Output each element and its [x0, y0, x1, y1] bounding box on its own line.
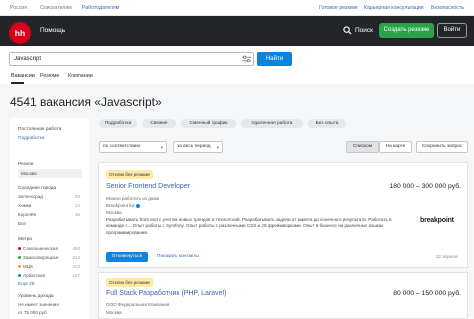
- tab-vacancies[interactable]: Вакансии: [11, 73, 35, 79]
- chevron-down-icon: ▾: [160, 145, 163, 150]
- save-query-button[interactable]: Сохранить запрос: [416, 141, 468, 153]
- metro-line-dot: [18, 247, 21, 251]
- vacancy-salary: 180 000 – 300 000 руб.: [389, 183, 461, 190]
- filter-metro-heading: Метро: [18, 237, 33, 242]
- page-title: 4541 вакансия «Javascript»: [10, 95, 162, 109]
- view-list-button[interactable]: Списком: [346, 141, 379, 153]
- period-select[interactable]: за весь период ▾: [173, 141, 223, 153]
- top-bar: Россия Соискателям Работодателям Готовое…: [0, 0, 474, 16]
- employers-link[interactable]: Работодателям: [82, 5, 119, 11]
- chip-shift-schedule[interactable]: Сменный график: [181, 119, 236, 128]
- chip-fresh[interactable]: Свежие: [142, 119, 176, 128]
- security-link[interactable]: Безопасность: [431, 5, 464, 11]
- tab-companies[interactable]: Компании: [68, 73, 93, 79]
- tab-resumes[interactable]: Резюме: [40, 73, 59, 79]
- metro-line-dot: [18, 265, 21, 269]
- chip-remote[interactable]: Удаленная работа: [241, 119, 303, 128]
- respond-button[interactable]: Откликнуться: [106, 252, 148, 262]
- metro-line-item[interactable]: Замоскворецкая 212: [18, 255, 80, 260]
- vacancy-title-link[interactable]: Full Stack Разработчик (PHP, Laravel): [106, 290, 226, 297]
- income-option[interactable]: от 75 000 руб.: [18, 310, 80, 315]
- company-logo[interactable]: breakpoint: [420, 217, 454, 224]
- ready-resume-link[interactable]: Готовое резюме: [319, 5, 358, 11]
- vacancy-date: 22 апреля: [436, 254, 458, 259]
- nearby-city-item[interactable]: Все: [18, 221, 80, 226]
- create-resume-button[interactable]: Создать резюме: [379, 23, 434, 38]
- chip-no-experience[interactable]: Без опыта: [308, 119, 346, 128]
- vacancy-city: Москва: [106, 310, 122, 315]
- login-button[interactable]: Войти: [437, 23, 467, 38]
- vacancy-note: Можно работать из дома: [106, 196, 160, 201]
- metro-show-more-link[interactable]: Ещё 28: [18, 282, 34, 287]
- vacancy-card: [98, 162, 468, 268]
- metro-line-dot: [18, 256, 21, 260]
- vacancy-title-link[interactable]: Senior Frontend Developer: [106, 183, 190, 190]
- vacancy-description: Разрабатывать front end с учетом новых т…: [106, 217, 392, 235]
- nearby-city-item[interactable]: Химки 14: [18, 203, 80, 208]
- filter-income-heading: Уровень дохода: [18, 294, 54, 299]
- sort-select[interactable]: по соответствию ▾: [99, 141, 167, 153]
- applicants-link[interactable]: Соискателям: [40, 5, 72, 11]
- filters-sidebar: [10, 118, 89, 319]
- region-select[interactable]: Москва: [18, 169, 82, 178]
- active-tab-indicator: [11, 82, 24, 84]
- career-consult-link[interactable]: Карьерная консультация: [364, 5, 424, 11]
- search-icon[interactable]: [343, 26, 352, 35]
- nearby-city-item[interactable]: Королёв 15: [18, 212, 80, 217]
- search-link[interactable]: Поиск: [355, 27, 373, 34]
- find-button[interactable]: Найти: [257, 52, 292, 66]
- filter-sliders-icon[interactable]: [242, 55, 251, 63]
- verified-icon: [136, 203, 141, 208]
- filter-nearby-heading: Соседние города: [18, 186, 57, 191]
- filter-employment-heading: Постоянная работа: [18, 127, 62, 132]
- vacancy-search-input[interactable]: [9, 52, 254, 66]
- nearby-city-item[interactable]: Зеленоград 34: [18, 194, 80, 199]
- region-link[interactable]: Россия: [10, 5, 27, 11]
- company-link[interactable]: ООО Федеральная Компания: [106, 302, 169, 307]
- metro-line-dot: [18, 274, 21, 278]
- no-resume-badge: Отклик без резюме: [106, 278, 153, 287]
- chevron-down-icon: ▾: [216, 145, 219, 150]
- help-link[interactable]: Помощь: [40, 27, 65, 34]
- view-map-button[interactable]: На карте: [379, 141, 412, 153]
- filter-region-heading: Регион: [18, 162, 34, 167]
- show-contacts-link[interactable]: Показать контакты: [157, 254, 199, 259]
- chip-parttime[interactable]: Подработка: [99, 119, 137, 128]
- metro-line-item[interactable]: МЦК 372: [18, 264, 80, 269]
- company-link[interactable]: Breakpoint ltd: [106, 203, 141, 208]
- vacancy-city: Москва: [106, 210, 122, 215]
- vacancy-salary: 80 000 – 150 000 руб.: [393, 290, 461, 297]
- hh-logo[interactable]: hh: [9, 22, 31, 44]
- metro-line-item[interactable]: Сокольническая 450: [18, 246, 80, 251]
- income-option[interactable]: Не имеет значения: [18, 302, 80, 307]
- filter-parttime-link[interactable]: Подработка: [18, 136, 45, 141]
- metro-line-item[interactable]: Арбатская 237: [18, 273, 80, 278]
- no-resume-badge: Отклик без резюме: [106, 170, 153, 179]
